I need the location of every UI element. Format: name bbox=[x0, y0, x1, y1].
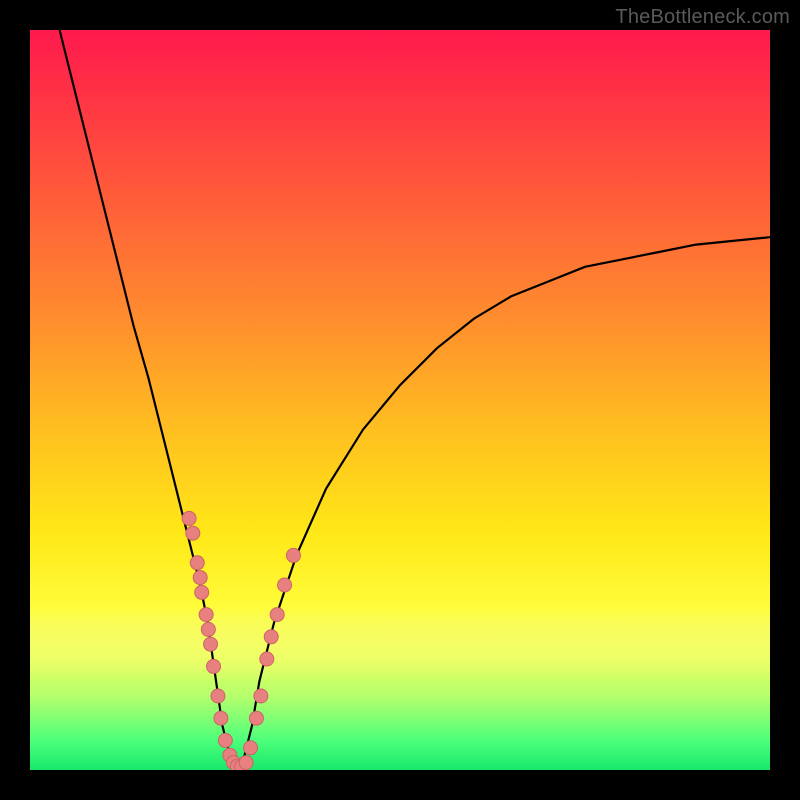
data-dot bbox=[182, 511, 196, 525]
data-dot bbox=[278, 578, 292, 592]
data-dots bbox=[182, 511, 300, 770]
data-dot bbox=[227, 756, 241, 770]
data-dot bbox=[199, 608, 213, 622]
data-dot bbox=[195, 585, 209, 599]
highlight-band bbox=[30, 607, 770, 681]
data-dot bbox=[207, 659, 221, 673]
data-dot bbox=[214, 711, 228, 725]
data-dot bbox=[186, 526, 200, 540]
data-dot bbox=[270, 608, 284, 622]
data-dot bbox=[264, 630, 278, 644]
data-dot bbox=[239, 756, 253, 770]
data-dot bbox=[190, 556, 204, 570]
data-dot bbox=[204, 637, 218, 651]
data-dot bbox=[193, 571, 207, 585]
data-dot bbox=[218, 733, 232, 747]
data-dot bbox=[249, 711, 263, 725]
data-dot bbox=[260, 652, 274, 666]
data-dot bbox=[244, 741, 258, 755]
data-dot bbox=[254, 689, 268, 703]
watermark-text: TheBottleneck.com bbox=[615, 6, 790, 29]
chart-svg bbox=[30, 30, 770, 770]
chart-frame: TheBottleneck.com bbox=[0, 0, 800, 800]
data-dot bbox=[211, 689, 225, 703]
plot-area bbox=[30, 30, 770, 770]
data-dot bbox=[286, 548, 300, 562]
data-dot bbox=[223, 748, 237, 762]
bottleneck-curve bbox=[60, 30, 770, 770]
data-dot bbox=[230, 759, 244, 770]
data-dot bbox=[201, 622, 215, 636]
data-dot bbox=[235, 759, 249, 770]
